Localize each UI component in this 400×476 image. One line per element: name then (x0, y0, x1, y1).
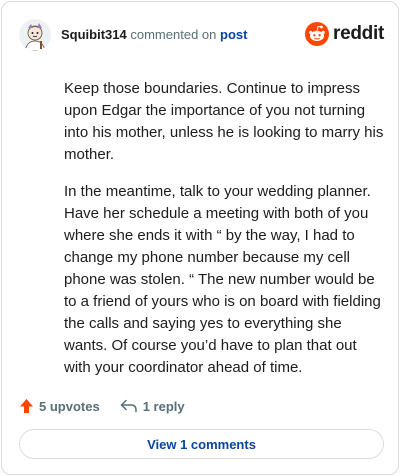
post-link[interactable]: post (220, 27, 247, 42)
reply-count: 1 reply (142, 398, 185, 414)
comment-meta: Squibit314 commented on post (61, 27, 247, 43)
reddit-logo-icon (305, 22, 330, 46)
comment-actions: 5 upvotes 1 reply (19, 396, 185, 416)
avatar-icon[interactable] (19, 19, 51, 51)
logo-text: reddit (333, 23, 384, 44)
comment-header: Squibit314 commented on post reddit (19, 19, 384, 51)
username-link[interactable]: Squibit314 (61, 27, 127, 42)
comment-paragraph: Keep those boundaries. Continue to impre… (64, 80, 384, 163)
reply-button[interactable]: 1 reply (120, 399, 185, 414)
upvote-arrow-icon (20, 399, 33, 413)
action-text: commented on (130, 27, 217, 42)
reply-arrow-icon (120, 399, 137, 413)
upvote-button[interactable]: 5 upvotes (19, 398, 100, 414)
comment-paragraph: In the meantime, talk to your wedding pl… (64, 183, 381, 376)
reddit-logo[interactable]: reddit (305, 22, 384, 46)
comment-body: Keep those boundaries. Continue to impre… (64, 78, 384, 394)
upvote-count: 5 upvotes (39, 398, 100, 414)
comment-card: Squibit314 commented on post reddit Keep… (1, 1, 399, 475)
view-comments-button[interactable]: View 1 comments (19, 429, 384, 459)
